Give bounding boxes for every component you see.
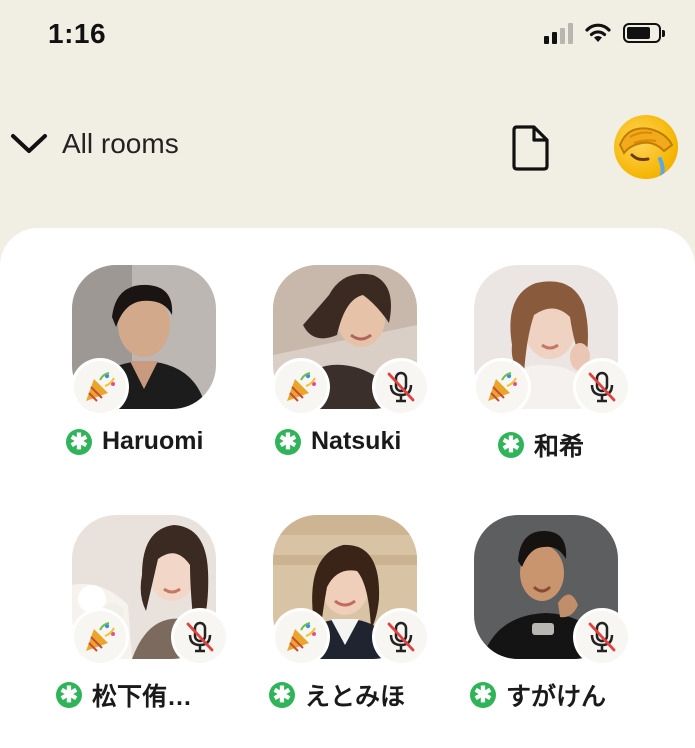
cellular-signal-icon: [544, 22, 573, 44]
speaker-name: えとみほ: [305, 683, 406, 711]
moderator-asterisk-icon: ✱: [498, 432, 524, 458]
muted-badge: [174, 611, 226, 663]
moderator-asterisk-icon: ✱: [470, 682, 496, 708]
moderator-asterisk-icon: ✱: [275, 428, 301, 455]
all-rooms-button[interactable]: All rooms: [10, 128, 179, 160]
moderator-asterisk-icon: ✱: [56, 682, 82, 708]
muted-badge: [576, 361, 628, 413]
battery-icon: [623, 23, 665, 43]
speaker-name-row: ✱ 和希: [498, 427, 584, 463]
chevron-down-icon: [11, 134, 47, 153]
party-popper-icon: [86, 372, 115, 402]
speaker-name-row: ✱ えとみほ: [269, 677, 405, 713]
room-sheet: ✱ Haruomi ✱ Natsuki ✱ 和希 ✱ 松下侑… ✱ えとみほ ✱…: [0, 228, 695, 748]
party-popper-badge: [476, 361, 528, 413]
profile-avatar[interactable]: [614, 115, 678, 179]
muted-mic-icon: [588, 371, 616, 403]
party-popper-badge: [275, 611, 327, 663]
moderator-asterisk-icon: ✱: [66, 428, 92, 455]
party-popper-icon: [287, 372, 316, 402]
all-rooms-label: All rooms: [62, 128, 179, 159]
status-time: 1:16: [48, 18, 107, 49]
moderator-asterisk-icon: ✱: [269, 682, 295, 708]
wifi-icon: [585, 23, 611, 42]
speaker-name: すがけん: [506, 683, 607, 711]
document-icon: [512, 125, 549, 171]
face-palm-emoji-icon: [618, 127, 674, 177]
party-popper-icon: [86, 622, 115, 652]
speaker-name: 松下侑…: [92, 683, 193, 711]
party-popper-icon: [488, 372, 517, 402]
muted-badge: [576, 611, 628, 663]
speaker-name: Haruomi: [102, 427, 204, 455]
muted-mic-icon: [387, 621, 415, 653]
speaker-name-row: ✱ すがけん: [470, 677, 606, 713]
document-button[interactable]: [510, 124, 550, 177]
muted-mic-icon: [387, 371, 415, 403]
status-icons: [544, 22, 665, 44]
muted-mic-icon: [588, 621, 616, 653]
party-popper-badge: [74, 611, 126, 663]
speaker-name: 和希: [534, 433, 585, 461]
speaker-name-row: ✱ Haruomi: [66, 427, 203, 456]
muted-badge: [375, 361, 427, 413]
speaker-name-row: ✱ 松下侑…: [56, 677, 192, 713]
muted-mic-icon: [186, 621, 214, 653]
party-popper-icon: [287, 622, 316, 652]
speaker-name: Natsuki: [311, 427, 402, 455]
speaker-name-row: ✱ Natsuki: [275, 427, 401, 456]
party-popper-badge: [275, 361, 327, 413]
muted-badge: [375, 611, 427, 663]
party-popper-badge: [74, 361, 126, 413]
